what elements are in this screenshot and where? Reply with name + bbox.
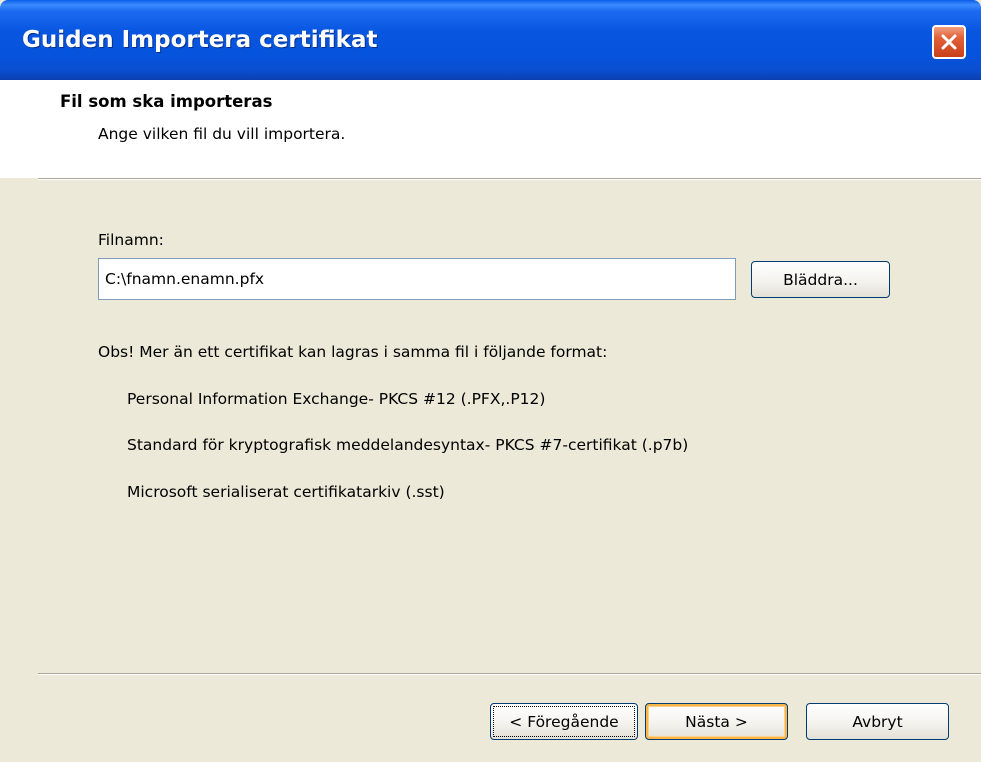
formats-note: Obs! Mer än ett certifikat kan lagras i … (98, 343, 608, 361)
page-subtitle: Ange vilken fil du vill importera. (98, 125, 346, 143)
filename-label: Filnamn: (98, 231, 164, 249)
header-divider (38, 178, 981, 180)
footer-divider (38, 673, 981, 675)
page-title: Fil som ska importeras (60, 92, 273, 111)
filename-input[interactable] (98, 258, 736, 300)
import-certificate-wizard-window: Guiden Importera certifikat Fil som ska … (0, 0, 981, 762)
browse-button[interactable]: Bläddra... (751, 261, 890, 298)
format-item-pfx: Personal Information Exchange- PKCS #12 … (127, 390, 546, 408)
format-item-p7b: Standard för kryptografisk meddelandesyn… (127, 436, 689, 454)
title-bar[interactable]: Guiden Importera certifikat (0, 0, 981, 80)
next-button[interactable]: Nästa > (645, 703, 788, 740)
back-button[interactable]: < Föregående (490, 703, 638, 740)
cancel-button[interactable]: Avbryt (806, 703, 949, 740)
format-item-sst: Microsoft serialiserat certifikatarkiv (… (127, 483, 445, 501)
window-title: Guiden Importera certifikat (22, 27, 378, 53)
close-button[interactable] (932, 25, 966, 59)
